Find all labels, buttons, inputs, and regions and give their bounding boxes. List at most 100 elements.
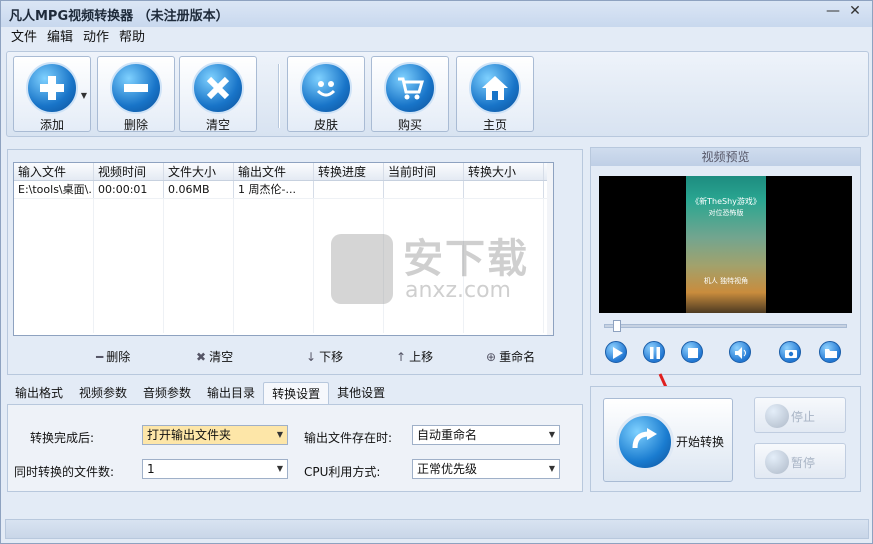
status-bar	[5, 519, 869, 539]
col-input-file[interactable]: 输入文件	[14, 163, 94, 180]
toolbar: 添加 ▼ 删除 清空 皮肤 购买 主页	[6, 51, 869, 137]
pause-convert-label: 暂停	[791, 456, 816, 470]
play-button[interactable]	[605, 341, 627, 363]
file-exists-label: 输出文件存在时:	[304, 431, 393, 445]
clear-label: 清空	[205, 118, 230, 132]
app-window: 凡人MPG视频转换器 （未注册版本） — ✕ 文件 编辑 动作 帮助 添加 ▼ …	[0, 0, 873, 544]
tab-output-dir[interactable]: 输出目录	[199, 382, 263, 404]
minus-icon: ━	[96, 349, 104, 364]
cpu-select[interactable]: 正常优先级 ▼	[412, 459, 560, 479]
tab-convert-settings[interactable]: 转换设置	[263, 382, 330, 404]
video-preview-panel: 视频预览 《新TheShy游戏》 对位恐怖版 机人 独特视角	[590, 147, 861, 375]
stop-convert-button[interactable]: 停止	[754, 397, 846, 433]
folder-icon	[825, 349, 837, 358]
close-button[interactable]: ✕	[846, 3, 864, 21]
col-progress[interactable]: 转换进度	[314, 163, 384, 180]
col-output-file[interactable]: 输出文件	[234, 163, 314, 180]
table-header: 输入文件 视频时间 文件大小 输出文件 转换进度 当前时间 转换大小	[14, 163, 553, 181]
pause-button[interactable]	[643, 341, 665, 363]
tab-other-settings[interactable]: 其他设置	[329, 382, 393, 404]
move-up-button[interactable]: ↑ 上移	[396, 348, 433, 365]
x-icon	[192, 62, 244, 114]
dropdown-arrow-icon[interactable]: ▼	[81, 91, 87, 100]
tab-audio-params[interactable]: 音频参数	[135, 382, 199, 404]
convert-panel: 开始转换 停止 暂停	[590, 386, 861, 492]
settings-tabs: 输出格式 视频参数 音频参数 输出目录 转换设置 其他设置	[7, 382, 393, 404]
stop-icon	[688, 348, 698, 358]
convert-settings-panel: 转换完成后: 打开输出文件夹 ▼ 输出文件存在时: 自动重命名 ▼ 同时转换的文件数…	[7, 404, 583, 492]
speaker-icon	[735, 347, 746, 359]
frame-text-bottom: 机人 独特视角	[703, 277, 749, 285]
volume-button[interactable]	[729, 341, 751, 363]
skin-label: 皮肤	[313, 118, 338, 132]
add-button[interactable]: 添加 ▼	[13, 56, 91, 132]
open-folder-button[interactable]	[819, 341, 841, 363]
play-icon	[613, 347, 623, 359]
delete-button[interactable]: 删除	[97, 56, 175, 132]
after-convert-select[interactable]: 打开输出文件夹 ▼	[142, 425, 288, 445]
after-convert-label: 转换完成后:	[30, 431, 95, 445]
snapshot-button[interactable]	[779, 341, 801, 363]
refresh-arrow-icon	[616, 413, 674, 471]
clear-button[interactable]: 清空	[179, 56, 257, 132]
x-icon: ✖	[196, 349, 207, 364]
title-bar: 凡人MPG视频转换器 （未注册版本） — ✕	[1, 1, 872, 27]
stop-convert-label: 停止	[791, 410, 816, 424]
delete-label: 删除	[123, 118, 148, 132]
file-exists-select[interactable]: 自动重命名 ▼	[412, 425, 560, 445]
col-file-size[interactable]: 文件大小	[164, 163, 234, 180]
col-current-time[interactable]: 当前时间	[384, 163, 464, 180]
rename-button[interactable]: ⊕ 重命名	[486, 348, 535, 365]
home-label: 主页	[482, 118, 507, 132]
arrow-down-icon: ↓	[306, 349, 317, 364]
pause-convert-button[interactable]: 暂停	[754, 443, 846, 479]
cell-input-file: E:\tools\桌面\...	[14, 181, 94, 198]
file-list-panel: 输入文件 视频时间 文件大小 输出文件 转换进度 当前时间 转换大小 E:\to…	[7, 149, 583, 375]
list-delete-button[interactable]: ━ 删除	[96, 348, 130, 365]
move-icon: ⊕	[486, 349, 497, 364]
cell-video-time: 00:00:01	[94, 181, 164, 198]
menu-help[interactable]: 帮助	[119, 28, 145, 48]
video-frame: 《新TheShy游戏》 对位恐怖版 机人 独特视角	[686, 176, 766, 313]
file-table[interactable]: 输入文件 视频时间 文件大小 输出文件 转换进度 当前时间 转换大小 E:\to…	[13, 162, 554, 336]
menu-edit[interactable]: 编辑	[47, 28, 73, 48]
table-scrollbar[interactable]	[547, 163, 553, 335]
pause-icon	[765, 450, 789, 474]
concurrent-label: 同时转换的文件数:	[14, 465, 115, 479]
toolbar-separator	[278, 64, 280, 128]
col-converted-size[interactable]: 转换大小	[464, 163, 544, 180]
frame-text-top: 《新TheShy游戏》	[691, 197, 761, 206]
stop-icon	[765, 404, 789, 428]
tab-video-params[interactable]: 视频参数	[71, 382, 135, 404]
minimize-button[interactable]: —	[824, 3, 842, 21]
plus-icon	[26, 62, 78, 114]
tab-output-format[interactable]: 输出格式	[7, 382, 71, 404]
menu-action[interactable]: 动作	[83, 28, 109, 48]
arrow-up-icon: ↑	[396, 349, 407, 364]
col-video-time[interactable]: 视频时间	[94, 163, 164, 180]
table-row[interactable]: E:\tools\桌面\... 00:00:01 0.06MB 1 周杰伦-..…	[14, 181, 553, 199]
home-button[interactable]: 主页	[456, 56, 534, 132]
skin-button[interactable]: 皮肤	[287, 56, 365, 132]
frame-text-sub: 对位恐怖版	[708, 209, 744, 217]
list-actions: ━ 删除 ✖ 清空 ↓ 下移 ↑ 上移 ⊕ 重命名	[8, 346, 584, 368]
seek-bar[interactable]	[604, 324, 847, 328]
cell-progress	[314, 181, 384, 198]
concurrent-select[interactable]: 1 ▼	[142, 459, 288, 479]
move-down-button[interactable]: ↓ 下移	[306, 348, 343, 365]
cell-output-file: 1 周杰伦-...	[234, 181, 314, 198]
chevron-down-icon: ▼	[548, 430, 555, 439]
preview-screen: 《新TheShy游戏》 对位恐怖版 机人 独特视角	[599, 176, 852, 313]
cpu-label: CPU利用方式:	[304, 465, 381, 479]
start-convert-button[interactable]: 开始转换	[603, 398, 733, 482]
preview-title: 视频预览	[591, 148, 860, 166]
start-convert-label: 开始转换	[676, 435, 725, 449]
buy-label: 购买	[397, 118, 422, 132]
menu-file[interactable]: 文件	[11, 28, 37, 48]
stop-button[interactable]	[681, 341, 703, 363]
minus-icon	[110, 62, 162, 114]
seek-handle[interactable]	[613, 320, 621, 332]
buy-button[interactable]: 购买	[371, 56, 449, 132]
menu-bar: 文件 编辑 动作 帮助	[1, 28, 872, 48]
list-clear-button[interactable]: ✖ 清空	[196, 348, 233, 365]
